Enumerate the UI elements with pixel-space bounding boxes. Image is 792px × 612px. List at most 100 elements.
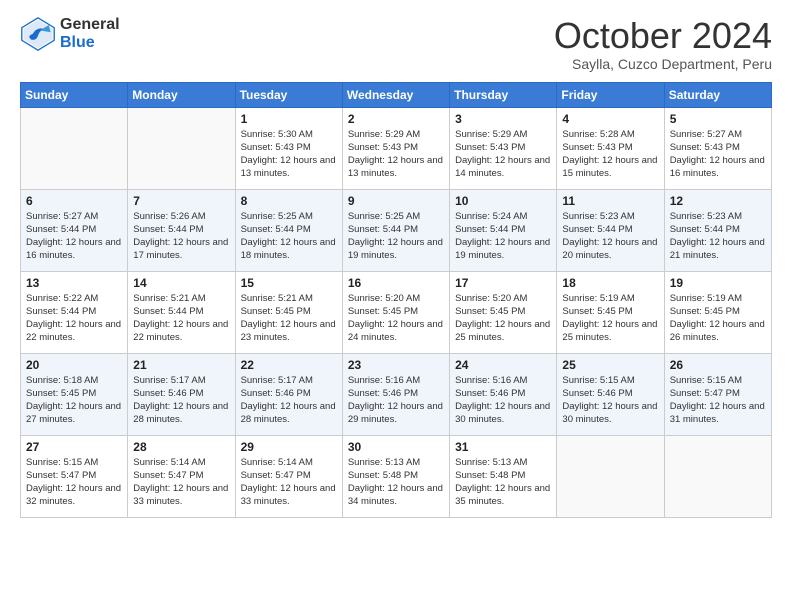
day-info: Sunrise: 5:19 AM Sunset: 5:45 PM Dayligh…	[670, 292, 766, 345]
sunrise-text: Sunrise: 5:14 AM	[133, 456, 229, 469]
calendar-cell: 19 Sunrise: 5:19 AM Sunset: 5:45 PM Dayl…	[664, 271, 771, 353]
day-info: Sunrise: 5:24 AM Sunset: 5:44 PM Dayligh…	[455, 210, 551, 263]
calendar-cell: 14 Sunrise: 5:21 AM Sunset: 5:44 PM Dayl…	[128, 271, 235, 353]
day-number: 22	[241, 358, 337, 372]
sunrise-text: Sunrise: 5:21 AM	[241, 292, 337, 305]
daylight-text: Daylight: 12 hours and 25 minutes.	[562, 318, 658, 345]
day-info: Sunrise: 5:15 AM Sunset: 5:47 PM Dayligh…	[26, 456, 122, 509]
calendar-cell: 25 Sunrise: 5:15 AM Sunset: 5:46 PM Dayl…	[557, 353, 664, 435]
page: General Blue October 2024 Saylla, Cuzco …	[0, 0, 792, 612]
sunset-text: Sunset: 5:44 PM	[241, 223, 337, 236]
day-info: Sunrise: 5:17 AM Sunset: 5:46 PM Dayligh…	[133, 374, 229, 427]
day-info: Sunrise: 5:29 AM Sunset: 5:43 PM Dayligh…	[455, 128, 551, 181]
day-number: 7	[133, 194, 229, 208]
daylight-text: Daylight: 12 hours and 22 minutes.	[133, 318, 229, 345]
daylight-text: Daylight: 12 hours and 19 minutes.	[348, 236, 444, 263]
sunrise-text: Sunrise: 5:17 AM	[241, 374, 337, 387]
sunset-text: Sunset: 5:48 PM	[455, 469, 551, 482]
sunrise-text: Sunrise: 5:29 AM	[348, 128, 444, 141]
calendar-cell: 15 Sunrise: 5:21 AM Sunset: 5:45 PM Dayl…	[235, 271, 342, 353]
daylight-text: Daylight: 12 hours and 27 minutes.	[26, 400, 122, 427]
sunrise-text: Sunrise: 5:19 AM	[562, 292, 658, 305]
calendar-cell	[128, 107, 235, 189]
daylight-text: Daylight: 12 hours and 21 minutes.	[670, 236, 766, 263]
day-info: Sunrise: 5:18 AM Sunset: 5:45 PM Dayligh…	[26, 374, 122, 427]
col-thursday: Thursday	[450, 82, 557, 107]
col-monday: Monday	[128, 82, 235, 107]
logo-text: General Blue	[60, 16, 120, 51]
sunrise-text: Sunrise: 5:13 AM	[348, 456, 444, 469]
day-number: 11	[562, 194, 658, 208]
day-number: 13	[26, 276, 122, 290]
calendar-cell: 23 Sunrise: 5:16 AM Sunset: 5:46 PM Dayl…	[342, 353, 449, 435]
day-number: 19	[670, 276, 766, 290]
sunset-text: Sunset: 5:47 PM	[133, 469, 229, 482]
sunset-text: Sunset: 5:46 PM	[348, 387, 444, 400]
sunset-text: Sunset: 5:44 PM	[133, 305, 229, 318]
daylight-text: Daylight: 12 hours and 13 minutes.	[348, 154, 444, 181]
sunrise-text: Sunrise: 5:15 AM	[562, 374, 658, 387]
calendar-cell: 20 Sunrise: 5:18 AM Sunset: 5:45 PM Dayl…	[21, 353, 128, 435]
day-info: Sunrise: 5:22 AM Sunset: 5:44 PM Dayligh…	[26, 292, 122, 345]
daylight-text: Daylight: 12 hours and 18 minutes.	[241, 236, 337, 263]
calendar-cell: 21 Sunrise: 5:17 AM Sunset: 5:46 PM Dayl…	[128, 353, 235, 435]
month-title: October 2024	[554, 16, 772, 56]
day-number: 9	[348, 194, 444, 208]
col-tuesday: Tuesday	[235, 82, 342, 107]
day-number: 15	[241, 276, 337, 290]
calendar-cell: 31 Sunrise: 5:13 AM Sunset: 5:48 PM Dayl…	[450, 435, 557, 517]
sunrise-text: Sunrise: 5:29 AM	[455, 128, 551, 141]
day-info: Sunrise: 5:23 AM Sunset: 5:44 PM Dayligh…	[670, 210, 766, 263]
sunset-text: Sunset: 5:47 PM	[26, 469, 122, 482]
day-number: 6	[26, 194, 122, 208]
daylight-text: Daylight: 12 hours and 24 minutes.	[348, 318, 444, 345]
sunrise-text: Sunrise: 5:20 AM	[455, 292, 551, 305]
day-number: 12	[670, 194, 766, 208]
calendar-week-row: 6 Sunrise: 5:27 AM Sunset: 5:44 PM Dayli…	[21, 189, 772, 271]
sunrise-text: Sunrise: 5:28 AM	[562, 128, 658, 141]
daylight-text: Daylight: 12 hours and 28 minutes.	[241, 400, 337, 427]
sunrise-text: Sunrise: 5:21 AM	[133, 292, 229, 305]
day-info: Sunrise: 5:30 AM Sunset: 5:43 PM Dayligh…	[241, 128, 337, 181]
day-info: Sunrise: 5:25 AM Sunset: 5:44 PM Dayligh…	[348, 210, 444, 263]
daylight-text: Daylight: 12 hours and 34 minutes.	[348, 482, 444, 509]
day-info: Sunrise: 5:15 AM Sunset: 5:46 PM Dayligh…	[562, 374, 658, 427]
sunset-text: Sunset: 5:43 PM	[562, 141, 658, 154]
sunset-text: Sunset: 5:45 PM	[241, 305, 337, 318]
logo-icon	[20, 16, 56, 52]
day-info: Sunrise: 5:27 AM Sunset: 5:43 PM Dayligh…	[670, 128, 766, 181]
day-info: Sunrise: 5:27 AM Sunset: 5:44 PM Dayligh…	[26, 210, 122, 263]
day-number: 10	[455, 194, 551, 208]
calendar-cell: 30 Sunrise: 5:13 AM Sunset: 5:48 PM Dayl…	[342, 435, 449, 517]
sunrise-text: Sunrise: 5:27 AM	[26, 210, 122, 223]
daylight-text: Daylight: 12 hours and 20 minutes.	[562, 236, 658, 263]
day-number: 2	[348, 112, 444, 126]
logo-blue-text: Blue	[60, 34, 120, 52]
sunset-text: Sunset: 5:43 PM	[670, 141, 766, 154]
day-number: 3	[455, 112, 551, 126]
sunrise-text: Sunrise: 5:16 AM	[455, 374, 551, 387]
col-wednesday: Wednesday	[342, 82, 449, 107]
day-info: Sunrise: 5:16 AM Sunset: 5:46 PM Dayligh…	[455, 374, 551, 427]
day-number: 27	[26, 440, 122, 454]
daylight-text: Daylight: 12 hours and 15 minutes.	[562, 154, 658, 181]
daylight-text: Daylight: 12 hours and 16 minutes.	[670, 154, 766, 181]
col-saturday: Saturday	[664, 82, 771, 107]
day-info: Sunrise: 5:15 AM Sunset: 5:47 PM Dayligh…	[670, 374, 766, 427]
sunset-text: Sunset: 5:48 PM	[348, 469, 444, 482]
day-info: Sunrise: 5:13 AM Sunset: 5:48 PM Dayligh…	[348, 456, 444, 509]
sunrise-text: Sunrise: 5:20 AM	[348, 292, 444, 305]
daylight-text: Daylight: 12 hours and 23 minutes.	[241, 318, 337, 345]
calendar-cell: 2 Sunrise: 5:29 AM Sunset: 5:43 PM Dayli…	[342, 107, 449, 189]
calendar-cell: 10 Sunrise: 5:24 AM Sunset: 5:44 PM Dayl…	[450, 189, 557, 271]
calendar-cell	[664, 435, 771, 517]
sunset-text: Sunset: 5:45 PM	[455, 305, 551, 318]
daylight-text: Daylight: 12 hours and 33 minutes.	[241, 482, 337, 509]
calendar-cell: 1 Sunrise: 5:30 AM Sunset: 5:43 PM Dayli…	[235, 107, 342, 189]
calendar-cell: 26 Sunrise: 5:15 AM Sunset: 5:47 PM Dayl…	[664, 353, 771, 435]
sunrise-text: Sunrise: 5:30 AM	[241, 128, 337, 141]
sunset-text: Sunset: 5:46 PM	[455, 387, 551, 400]
day-number: 8	[241, 194, 337, 208]
sunset-text: Sunset: 5:44 PM	[562, 223, 658, 236]
daylight-text: Daylight: 12 hours and 29 minutes.	[348, 400, 444, 427]
